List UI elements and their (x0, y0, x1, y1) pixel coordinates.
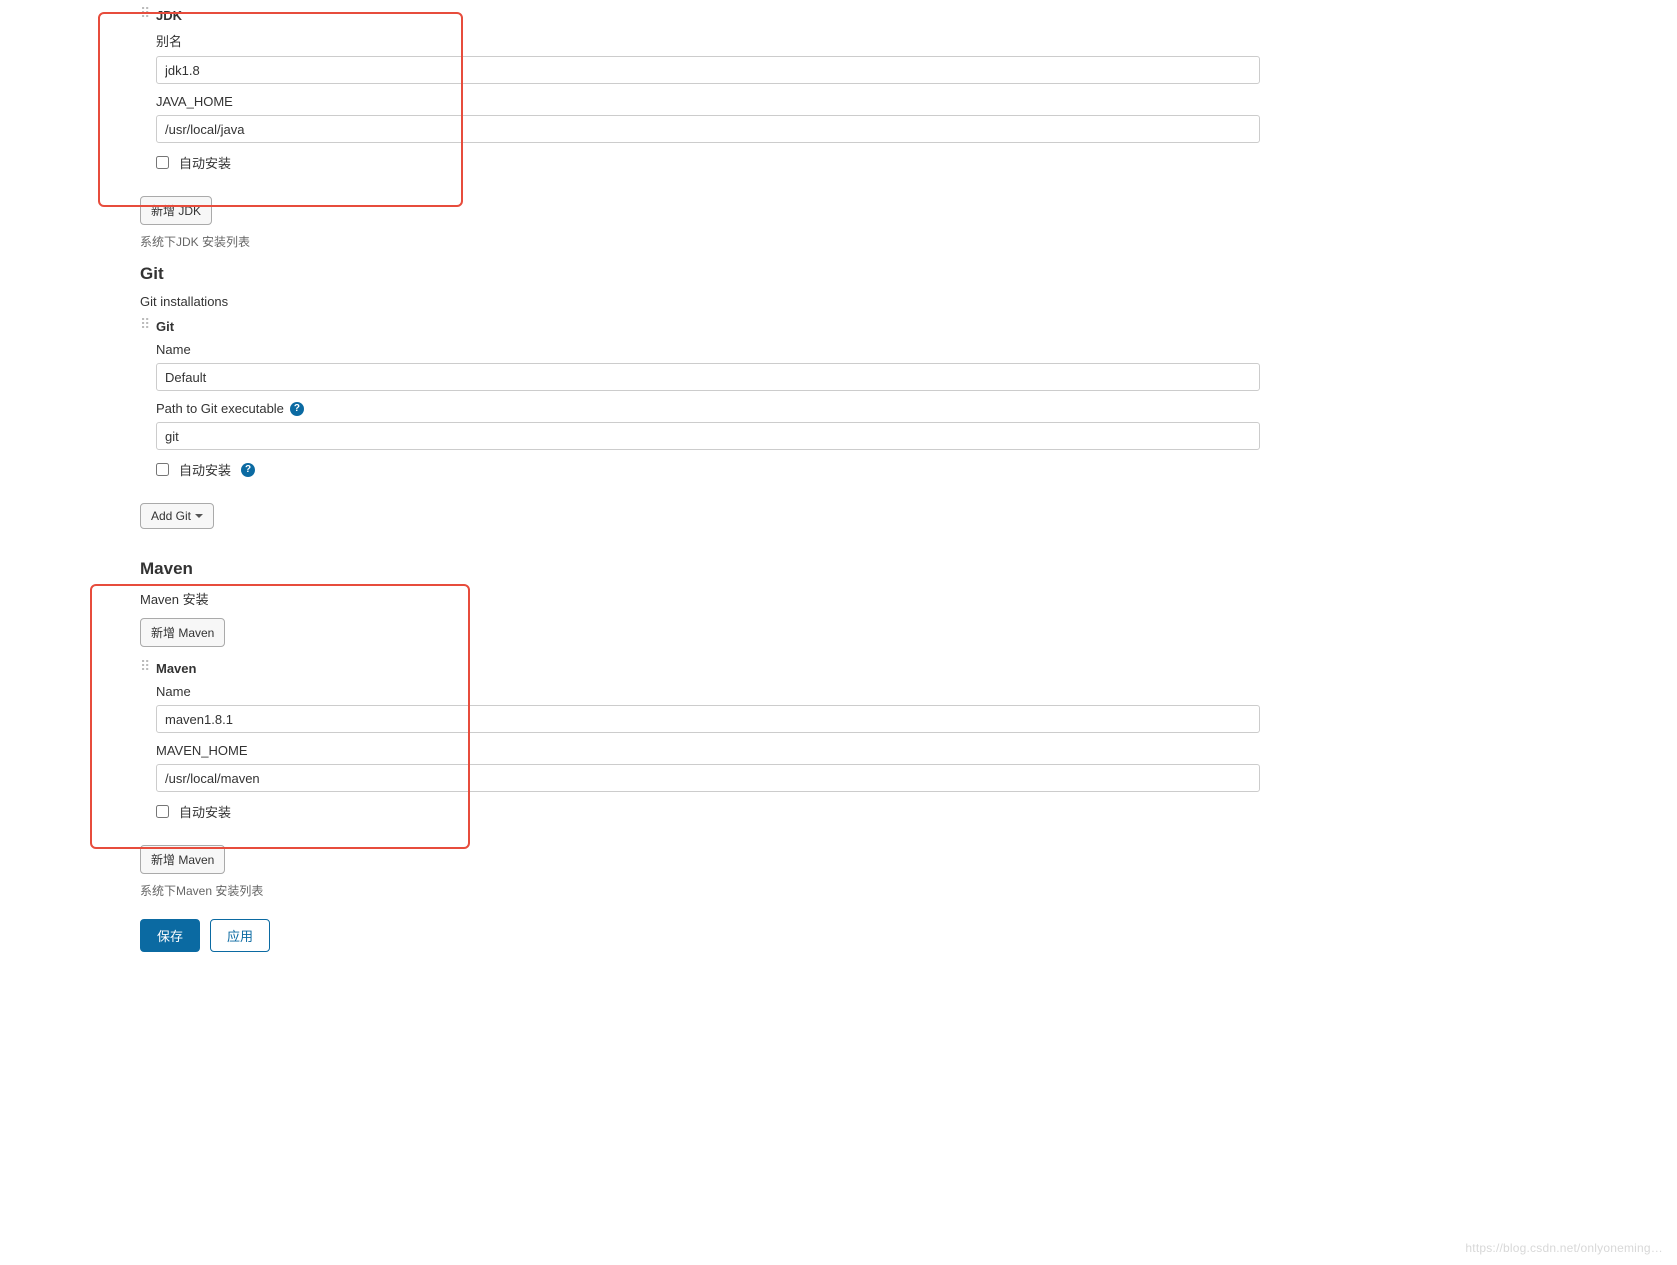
drag-handle-icon[interactable]: ⠿ (140, 663, 150, 677)
help-icon[interactable]: ? (241, 463, 255, 477)
maven-install-label: Maven 安装 (140, 589, 1260, 608)
maven-auto-install-label: 自动安装 (179, 802, 231, 821)
jdk-home-input[interactable] (156, 115, 1260, 143)
maven-tool-title: Maven (156, 661, 1260, 676)
apply-button[interactable]: 应用 (210, 919, 270, 952)
maven-name-input[interactable] (156, 705, 1260, 733)
maven-tool-block: ⠿ Maven Name MAVEN_HOME 自动安装 (140, 661, 1260, 821)
maven-name-label: Name (156, 684, 1260, 699)
maven-list-note: 系统下Maven 安装列表 (140, 882, 1260, 899)
git-auto-install-row[interactable]: 自动安装 ? (156, 460, 1260, 479)
maven-section-title: Maven (140, 559, 1260, 579)
git-installations-label: Git installations (140, 294, 1260, 309)
git-tool-block: ⠿ Git Name Path to Git executable ? 自动安装… (140, 319, 1260, 479)
save-button[interactable]: 保存 (140, 919, 200, 952)
jdk-tool-block: ⠿ JDK 别名 JAVA_HOME 自动安装 (140, 8, 1260, 172)
jdk-auto-install-row[interactable]: 自动安装 (156, 153, 1260, 172)
jdk-alias-label: 别名 (156, 31, 1260, 50)
add-maven-button-top[interactable]: 新增 Maven (140, 618, 225, 647)
git-tool-title: Git (156, 319, 1260, 334)
action-row: 保存 应用 (140, 919, 1260, 952)
jdk-title: JDK (156, 8, 1260, 23)
jdk-home-label: JAVA_HOME (156, 94, 1260, 109)
add-maven-button-bottom[interactable]: 新增 Maven (140, 845, 225, 874)
git-name-label: Name (156, 342, 1260, 357)
jdk-alias-input[interactable] (156, 56, 1260, 84)
watermark-text: https://blog.csdn.net/onlyoneming… (1465, 1241, 1663, 1255)
maven-home-label: MAVEN_HOME (156, 743, 1260, 758)
git-path-label: Path to Git executable (156, 401, 284, 416)
maven-auto-install-row[interactable]: 自动安装 (156, 802, 1260, 821)
add-jdk-button[interactable]: 新增 JDK (140, 196, 212, 225)
chevron-down-icon (195, 514, 203, 518)
drag-handle-icon[interactable]: ⠿ (140, 10, 150, 24)
maven-auto-install-checkbox[interactable] (156, 805, 169, 818)
git-path-input[interactable] (156, 422, 1260, 450)
jdk-list-note: 系统下JDK 安装列表 (140, 233, 1260, 250)
git-section-title: Git (140, 264, 1260, 284)
git-auto-install-label: 自动安装 (179, 460, 231, 479)
help-icon[interactable]: ? (290, 402, 304, 416)
drag-handle-icon[interactable]: ⠿ (140, 321, 150, 335)
git-auto-install-checkbox[interactable] (156, 463, 169, 476)
jdk-auto-install-checkbox[interactable] (156, 156, 169, 169)
add-git-button[interactable]: Add Git (140, 503, 214, 529)
maven-home-input[interactable] (156, 764, 1260, 792)
git-name-input[interactable] (156, 363, 1260, 391)
jdk-auto-install-label: 自动安装 (179, 153, 231, 172)
